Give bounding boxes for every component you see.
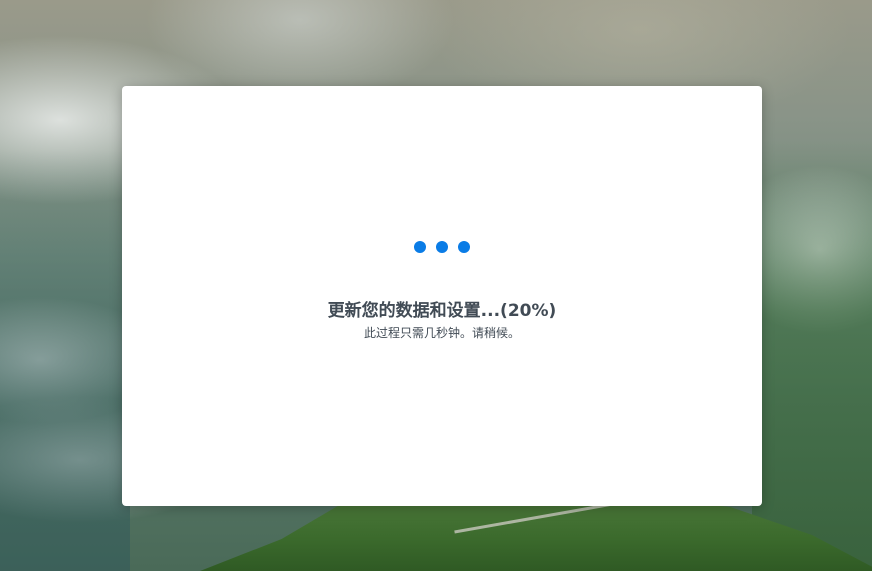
spinner-dot-3 — [458, 241, 470, 253]
update-status-subtitle: 此过程只需几秒钟。请稍候。 — [363, 326, 520, 340]
loading-spinner — [122, 241, 762, 253]
update-status-title: 更新您的数据和设置...(20%) — [327, 301, 557, 321]
spinner-dot-2 — [436, 241, 448, 253]
spinner-dot-1 — [414, 241, 426, 253]
wallpaper-left-hill — [0, 150, 130, 571]
wallpaper-right-hill — [752, 140, 872, 571]
update-progress-dialog: 更新您的数据和设置...(20%) 此过程只需几秒钟。请稍候。 — [122, 86, 762, 506]
desktop-background: 更新您的数据和设置...(20%) 此过程只需几秒钟。请稍候。 — [0, 0, 872, 571]
